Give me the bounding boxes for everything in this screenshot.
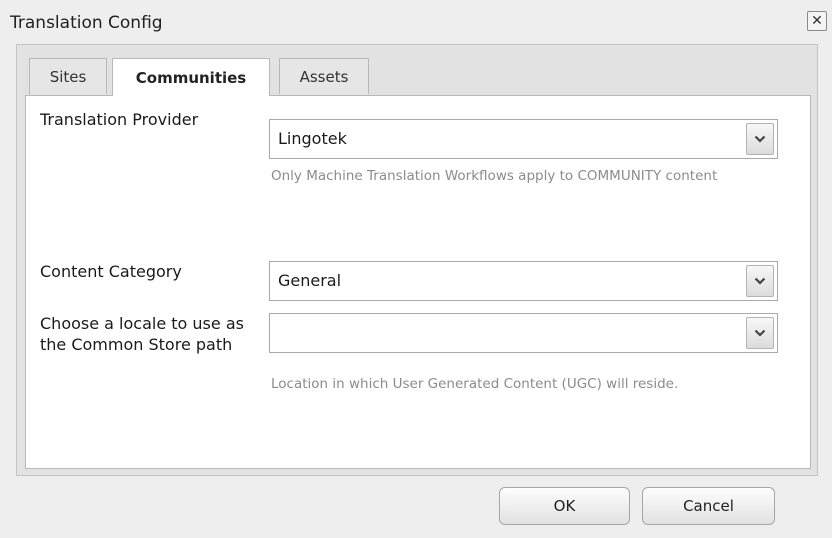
content-category-label: Content Category xyxy=(40,262,182,281)
ok-button[interactable]: OK xyxy=(499,487,630,525)
title-bar: Translation Config ✕ xyxy=(0,0,832,44)
translation-provider-hint: Only Machine Translation Workflows apply… xyxy=(271,168,718,184)
tab-panel: Sites Communities Assets Translation Pro… xyxy=(16,44,818,476)
cancel-button[interactable]: Cancel xyxy=(642,487,775,525)
translation-provider-select[interactable]: Lingotek xyxy=(269,119,778,159)
translation-config-dialog: Translation Config ✕ Sites Communities A… xyxy=(0,0,832,538)
tab-sites[interactable]: Sites xyxy=(29,58,107,94)
tab-content: Translation Provider Lingotek Only Machi… xyxy=(25,95,811,469)
content-category-select[interactable]: General xyxy=(269,261,778,301)
chevron-down-icon xyxy=(754,277,766,285)
tab-communities[interactable]: Communities xyxy=(112,58,270,96)
common-store-locale-dropdown-button[interactable] xyxy=(746,317,774,349)
close-icon: ✕ xyxy=(811,13,823,29)
common-store-locale-select[interactable] xyxy=(269,313,778,353)
translation-provider-value: Lingotek xyxy=(278,129,347,148)
tab-assets[interactable]: Assets xyxy=(279,58,369,94)
dialog-title: Translation Config xyxy=(10,13,163,33)
common-store-locale-hint: Location in which User Generated Content… xyxy=(271,376,679,392)
content-category-value: General xyxy=(278,271,342,290)
content-category-dropdown-button[interactable] xyxy=(746,265,774,297)
close-button[interactable]: ✕ xyxy=(807,11,827,31)
common-store-locale-label: Choose a locale to use as the Common Sto… xyxy=(40,314,244,354)
translation-provider-dropdown-button[interactable] xyxy=(746,123,774,155)
chevron-down-icon xyxy=(754,135,766,143)
translation-provider-label: Translation Provider xyxy=(40,110,199,129)
chevron-down-icon xyxy=(754,329,766,337)
